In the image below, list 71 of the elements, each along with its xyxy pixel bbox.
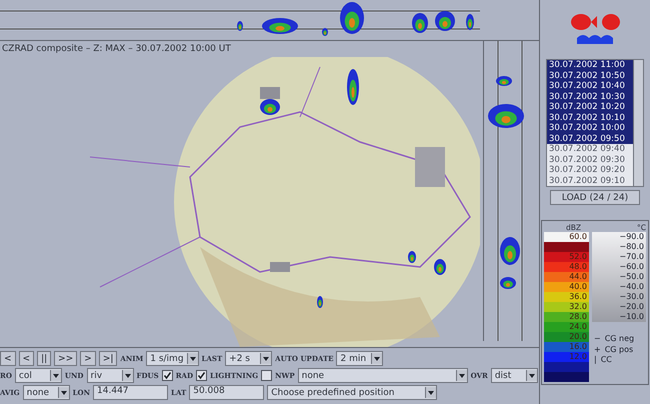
input-field[interactable]: 50.008 <box>189 385 264 400</box>
lightning-symbol: − <box>594 334 601 344</box>
time-list-item[interactable]: 30.07.2002 10:00 <box>547 123 633 134</box>
caret-icon <box>122 370 132 381</box>
legend-color-swatch: 60.0 <box>544 232 589 242</box>
input-field[interactable]: 14.447 <box>93 385 168 400</box>
caret-icon <box>526 370 537 381</box>
caret-icon <box>425 387 436 398</box>
playback-button[interactable]: || <box>37 351 52 366</box>
caret-icon <box>50 370 61 381</box>
dropdown[interactable]: 1 s/img <box>146 351 199 366</box>
temperature-value: −60.0 <box>618 262 644 272</box>
lightning-symbol: | <box>594 355 597 366</box>
time-list-item[interactable]: 30.07.2002 10:40 <box>547 81 633 92</box>
legend-color-swatch: 24.0 <box>544 322 589 332</box>
lightning-symbol: + <box>594 344 601 355</box>
caret-icon <box>456 370 467 381</box>
legend-color-swatch: 36.0 <box>544 292 589 302</box>
checkbox[interactable] <box>162 370 173 381</box>
time-list-item[interactable]: 30.07.2002 10:10 <box>547 112 633 123</box>
lightning-label: CC <box>600 355 612 366</box>
caret-icon <box>371 353 382 364</box>
lightning-label: CG pos <box>604 344 634 355</box>
time-list-item[interactable]: 30.07.2002 10:20 <box>547 102 633 112</box>
legend-color-swatch: 12.0 <box>544 352 589 362</box>
legend-color-swatch: 48.0 <box>544 262 589 272</box>
caret-icon <box>58 387 69 398</box>
legend-color-swatch: 40.0 <box>544 282 589 292</box>
legend-color-swatch: 20.0 <box>544 332 589 342</box>
dropdown[interactable]: riv <box>86 368 134 383</box>
load-button[interactable]: LOAD (24 / 24) <box>550 190 640 205</box>
dropdown[interactable]: none <box>298 368 468 383</box>
time-list-item[interactable]: 30.07.2002 09:20 <box>547 165 633 176</box>
temperature-value: −90.0 <box>618 232 644 242</box>
legend-color-swatch: 52.0 <box>544 252 589 262</box>
time-list-item[interactable]: 30.07.2002 09:10 <box>547 176 633 186</box>
legend-color-swatch: 32.0 <box>544 302 589 312</box>
dropdown[interactable]: col <box>14 368 62 383</box>
legend-color-swatch: 28.0 <box>544 312 589 322</box>
temperature-value: −10.0 <box>618 312 644 322</box>
dropdown[interactable]: 2 min <box>336 351 384 366</box>
time-list-item[interactable]: 30.07.2002 09:30 <box>547 154 633 165</box>
temperature-value: −40.0 <box>618 282 644 292</box>
playback-button[interactable]: > <box>80 351 96 366</box>
temperature-value: −30.0 <box>618 292 644 302</box>
time-list-item[interactable]: 30.07.2002 11:00 <box>547 60 633 70</box>
checkbox[interactable] <box>261 370 272 381</box>
lightning-label: CG neg <box>604 334 634 344</box>
dropdown[interactable]: none <box>22 385 70 400</box>
time-list-item[interactable]: 30.07.2002 10:50 <box>547 70 633 81</box>
dropdown[interactable]: dist <box>490 368 538 383</box>
time-list-item[interactable]: 30.07.2002 10:30 <box>547 92 633 102</box>
scrollbar-icon[interactable] <box>633 60 643 186</box>
caret-icon <box>186 353 198 364</box>
playback-button[interactable]: < <box>0 351 16 366</box>
legend-color-swatch: 44.0 <box>544 272 589 282</box>
legend-color-swatch: 16.0 <box>544 342 589 352</box>
caret-icon <box>260 353 272 364</box>
dropdown[interactable]: +2 s <box>225 351 272 366</box>
playback-button[interactable]: >| <box>98 351 118 366</box>
playback-button[interactable]: >> <box>54 351 78 366</box>
temperature-value: −80.0 <box>618 242 644 252</box>
temperature-value: −50.0 <box>618 272 644 282</box>
time-list-item[interactable]: 30.07.2002 09:50 <box>547 134 633 144</box>
playback-button[interactable]: < <box>18 351 34 366</box>
dropdown[interactable]: Choose predefined position <box>267 385 438 400</box>
time-list-item[interactable]: 30.07.2002 09:40 <box>547 144 633 154</box>
map-caption: CZRAD composite – Z: MAX – 30.07.2002 10:00 UT <box>1 43 232 56</box>
temperature-value: −20.0 <box>618 302 644 312</box>
temperature-value: −70.0 <box>618 252 644 262</box>
checkbox[interactable] <box>196 370 208 381</box>
